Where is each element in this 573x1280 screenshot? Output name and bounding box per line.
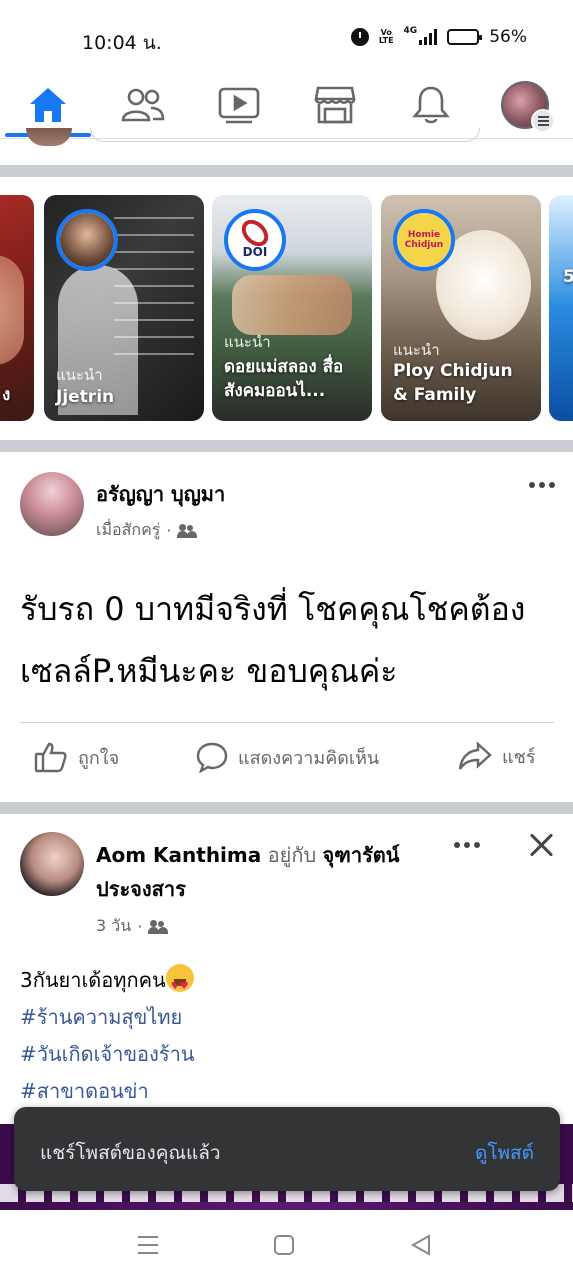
post-time[interactable]: 3 วัน [96,914,131,939]
story-title: 5 [563,267,573,287]
section-separator [0,802,573,814]
section-separator [0,440,573,452]
status-icons: Vo LTE 4G 56% [350,26,527,47]
home-button-icon[interactable] [273,1234,295,1256]
post-text: 3กันยาเด้อทุกคน [20,968,166,992]
story-title: ดอยแม่สลอง สื่อสังคมออนไ... [224,357,344,401]
tab-marketplace[interactable] [300,78,370,132]
battery-icon [447,29,483,45]
alarm-icon [350,28,369,46]
stories-carousel: ง แนะนำ Jjetrin DOI แนะนำ ดอยแม่สลอง สื่… [0,195,573,421]
friends-privacy-icon [177,523,198,538]
like-button[interactable]: ถูกใจ [34,741,119,773]
story-title: ง [2,385,11,405]
hashtag-link[interactable]: #วันเกิดเจ้าของร้าน [20,1036,194,1073]
hashtag-link[interactable]: #สาขาดอนข่า [20,1073,194,1110]
story-badge: Homie Chidjun [397,213,451,267]
post-author-name[interactable]: อรัญญา บุญมา [96,478,225,510]
section-separator [0,165,573,177]
story-badge: DOI [242,245,268,259]
post-body: 3กันยาเด้อทุกคน #ร้านความสุขไทย #วันเกิด… [20,962,194,1110]
system-navigation-bar [0,1210,573,1280]
post-options-icon[interactable] [454,842,480,848]
signal-icon [419,29,438,45]
post-meta: 3 วัน · [96,914,169,939]
like-label: ถูกใจ [78,747,120,769]
back-icon[interactable] [410,1234,432,1256]
meta-dot: · [166,521,172,540]
like-icon [34,742,67,773]
tab-friends[interactable] [108,78,178,132]
story-card[interactable]: Homie Chidjun แนะนำ Ploy Chidjun & Famil… [381,195,541,421]
story-tag: แนะนำ [224,333,271,351]
view-post-link[interactable]: ดูโพสต์ [475,1138,534,1168]
post-time[interactable]: เมื่อสักครู่ [96,518,160,543]
close-icon[interactable] [528,832,554,858]
story-card[interactable]: แนะนำ Jjetrin [44,195,204,421]
story-title: Ploy Chidjun & Family [393,361,513,405]
post-header: Aom Kanthima อยู่กับ จุฑารัตน์ ประจงสาร [96,838,436,906]
share-icon [458,741,492,770]
profile-menu-icon [501,81,555,133]
story-avatar [56,209,118,271]
composer-input-stub[interactable] [90,128,480,142]
post-text-line: 3กันยาเด้อทุกคน [20,962,194,1005]
heart-eyes-emoji-icon [165,964,194,1005]
share-toast: แชร์โพสต์ของคุณแล้ว ดูโพสต์ [14,1107,560,1191]
store-icon [314,86,356,124]
home-icon [30,88,66,122]
tab-home[interactable] [13,78,83,132]
comment-icon [196,742,228,773]
share-label: แชร์ [502,746,536,768]
composer-avatar [26,128,72,146]
bell-icon [412,86,450,124]
story-title: Jjetrin [56,387,115,407]
post-text: รับรถ 0 บาทมีจริงที่ โชคคุณโชคต้องเซลล์P… [20,590,526,690]
story-tag: แนะนำ [56,366,103,384]
status-time: 10:04 น. [82,32,162,54]
story-card[interactable]: ง [0,195,34,421]
post-author-avatar[interactable] [20,832,84,896]
friends-icon [121,88,165,122]
post-options-icon[interactable] [529,482,555,488]
status-bar: 10:04 น. Vo LTE 4G 56% [0,0,573,70]
story-card[interactable]: 5 [549,195,573,421]
post-action-bar: ถูกใจ แสดงความคิดเห็น แชร์ [20,722,554,802]
post-author-name[interactable]: Aom Kanthima [96,843,261,867]
meta-dot: · [137,917,143,936]
tab-watch[interactable] [204,78,274,132]
tab-notifications[interactable] [396,78,466,132]
network-type: 4G [403,26,418,36]
volte-icon: Vo LTE [378,28,394,45]
tab-menu[interactable] [490,78,560,133]
hashtag-link[interactable]: #ร้านความสุขไทย [20,999,194,1036]
friends-privacy-icon [148,919,169,934]
battery-percent: 56% [489,27,527,47]
story-avatar: Homie Chidjun [393,209,455,271]
share-button[interactable]: แชร์ [458,741,536,771]
toast-message: แชร์โพสต์ของคุณแล้ว [40,1142,221,1164]
comment-button[interactable]: แสดงความคิดเห็น [196,741,379,773]
with-word: อยู่กับ [267,843,317,867]
story-avatar: DOI [224,209,286,271]
story-card[interactable]: DOI แนะนำ ดอยแม่สลอง สื่อสังคมออนไ... [212,195,372,421]
video-icon [218,87,260,124]
comment-label: แสดงความคิดเห็น [238,747,380,769]
recent-apps-icon[interactable] [136,1234,160,1256]
post-meta: เมื่อสักครู่ · [96,518,198,543]
post-author-avatar[interactable] [20,472,84,536]
